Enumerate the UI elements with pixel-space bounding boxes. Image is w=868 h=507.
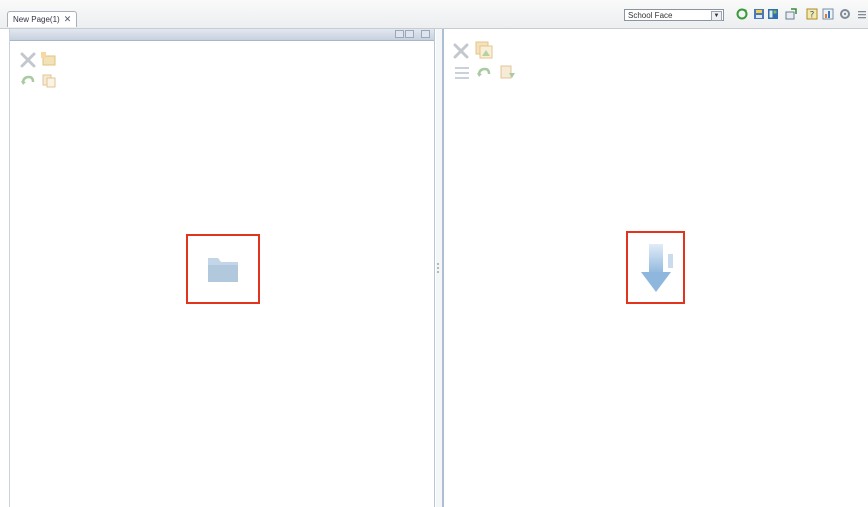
export-icon[interactable]	[785, 8, 797, 20]
chevron-down-icon[interactable]: ▼	[711, 11, 722, 21]
splitter-grip	[437, 271, 439, 273]
pane-maximize-button[interactable]	[405, 30, 414, 38]
pane-close-button[interactable]	[421, 30, 430, 38]
undo-icon[interactable]	[20, 74, 36, 88]
right-pane	[444, 29, 868, 507]
paste-icon[interactable]	[500, 65, 517, 81]
save-icon[interactable]	[753, 8, 765, 20]
splitter-grip	[437, 267, 439, 269]
chart-icon[interactable]	[822, 8, 834, 20]
image-icon[interactable]	[475, 41, 493, 59]
delete-icon[interactable]	[20, 52, 36, 68]
copy-icon[interactable]	[42, 74, 56, 88]
down-arrow-icon-highlight[interactable]	[626, 231, 685, 304]
close-icon[interactable]: ✕	[64, 14, 72, 25]
pane-restore-button[interactable]	[395, 30, 404, 38]
view-select[interactable]: School Face ▼	[624, 9, 724, 21]
left-pane-header	[10, 29, 434, 41]
folder-icon	[208, 258, 238, 282]
down-arrow-icon	[641, 244, 673, 292]
view-select-value: School Face	[628, 11, 673, 20]
tab-label: New Page(1)	[13, 15, 60, 24]
tab-bar: New Page(1) ✕ School Face ▼ ?	[0, 0, 868, 29]
settings-icon[interactable]	[839, 8, 851, 20]
options-icon[interactable]	[856, 8, 868, 20]
layout-icon[interactable]	[767, 8, 779, 20]
align-icon[interactable]	[454, 66, 470, 80]
undo-icon[interactable]	[476, 66, 492, 80]
help-icon[interactable]: ?	[806, 8, 818, 20]
new-folder-icon[interactable]	[40, 51, 56, 67]
refresh-icon[interactable]	[736, 8, 748, 20]
splitter-grip	[437, 263, 439, 265]
folder-icon-highlight[interactable]	[186, 234, 260, 304]
delete-icon[interactable]	[453, 43, 469, 59]
pane-splitter[interactable]	[436, 29, 444, 507]
svg-text:?: ?	[810, 11, 815, 21]
tab-new-page[interactable]: New Page(1) ✕	[7, 11, 78, 27]
left-pane	[9, 29, 435, 507]
